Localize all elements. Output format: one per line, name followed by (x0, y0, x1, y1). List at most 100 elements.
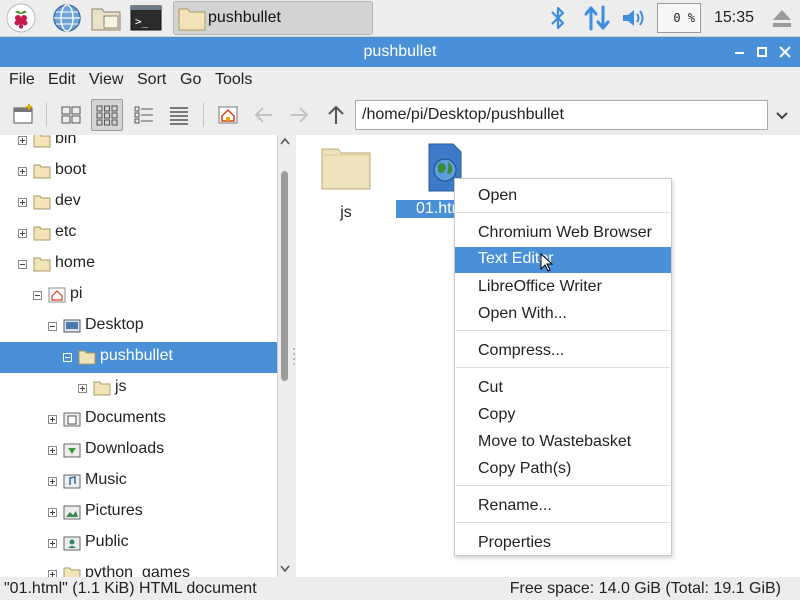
close-button[interactable] (775, 42, 795, 62)
menu-separator (456, 485, 670, 486)
menu-copy-paths[interactable]: Copy Path(s) (455, 457, 671, 482)
menu-go[interactable]: Go (180, 71, 201, 89)
expand-icon[interactable] (18, 229, 27, 238)
directory-tree[interactable]: bin boot dev etc home pi Desktop pushbullet js Do… (0, 135, 278, 577)
compact-view-button[interactable] (128, 99, 160, 131)
file-manager-icon[interactable] (90, 3, 121, 33)
menu-open-with[interactable]: Open With... (455, 302, 671, 327)
expand-icon[interactable] (48, 508, 57, 517)
menu-libreoffice-writer[interactable]: LibreOffice Writer (455, 275, 671, 300)
menu-text-editor[interactable]: Text Editor (455, 247, 671, 273)
home-button[interactable] (212, 99, 244, 131)
expand-icon[interactable] (48, 539, 57, 548)
menu-file[interactable]: File (9, 71, 35, 89)
music-folder-icon (63, 474, 81, 489)
menu-copy[interactable]: Copy (455, 403, 671, 428)
icon-view-button[interactable] (55, 99, 87, 131)
up-button[interactable] (320, 99, 352, 131)
tree-item-label: Public (85, 533, 129, 550)
volume-icon[interactable] (620, 4, 648, 37)
taskbar: >_ pushbullet 0 % 15:35 (0, 0, 800, 37)
menu-rename[interactable]: Rename... (455, 494, 671, 519)
menu-tools[interactable]: Tools (215, 71, 252, 89)
menu-chromium[interactable]: Chromium Web Browser (455, 221, 671, 246)
back-button[interactable] (248, 99, 280, 131)
expand-icon[interactable] (78, 384, 87, 393)
tree-item-pictures[interactable]: Pictures (0, 497, 277, 528)
path-input[interactable] (355, 100, 768, 130)
tree-item-home[interactable]: home (0, 249, 277, 280)
forward-button[interactable] (283, 99, 315, 131)
bluetooth-icon[interactable] (549, 4, 567, 37)
window-titlebar[interactable]: pushbullet (0, 37, 800, 67)
collapse-icon[interactable] (18, 260, 27, 269)
cpu-monitor[interactable]: 0 % (657, 3, 701, 33)
menu-cut[interactable]: Cut (455, 376, 671, 401)
menu-separator (456, 212, 670, 213)
tree-item-js[interactable]: js (0, 373, 277, 404)
expand-icon[interactable] (48, 477, 57, 486)
status-selection-info: "01.html" (1.1 KiB) HTML document (4, 580, 257, 597)
tree-item-dev[interactable]: dev (0, 187, 277, 218)
network-icon[interactable] (584, 4, 610, 37)
minimize-icon (735, 52, 744, 54)
collapse-icon[interactable] (33, 291, 42, 300)
downloads-folder-icon (63, 443, 81, 458)
toolbar-separator (203, 103, 204, 127)
tree-item-label: dev (55, 192, 81, 209)
taskbar-window-button[interactable]: pushbullet (173, 1, 373, 35)
menu-properties[interactable]: Properties (455, 531, 671, 556)
tree-item-pushbullet[interactable]: pushbullet (0, 342, 277, 373)
expand-icon[interactable] (48, 446, 57, 455)
menu-separator (456, 367, 670, 368)
window-title: pushbullet (363, 43, 437, 60)
tree-item-bin[interactable]: bin (0, 135, 277, 156)
scrollbar-thumb[interactable] (281, 171, 288, 381)
status-bar: "01.html" (1.1 KiB) HTML document Free s… (0, 577, 800, 600)
raspberry-menu-icon[interactable] (6, 3, 36, 33)
expand-icon[interactable] (48, 415, 57, 424)
expand-icon[interactable] (18, 136, 27, 145)
terminal-icon[interactable]: >_ (130, 3, 162, 33)
tree-item-label: js (115, 378, 127, 395)
expand-icon[interactable] (48, 570, 57, 577)
maximize-button[interactable] (752, 42, 772, 62)
eject-icon[interactable] (770, 6, 794, 35)
menu-open[interactable]: Open (455, 184, 671, 209)
menu-compress[interactable]: Compress... (455, 339, 671, 364)
minimize-button[interactable] (730, 42, 750, 62)
tree-item-boot[interactable]: boot (0, 156, 277, 187)
path-history-dropdown[interactable] (771, 104, 793, 126)
tree-item-documents[interactable]: Documents (0, 404, 277, 435)
expand-icon[interactable] (18, 167, 27, 176)
menu-edit[interactable]: Edit (48, 71, 76, 89)
status-free-space: Free space: 14.0 GiB (Total: 19.1 GiB) (509, 580, 781, 597)
tree-item-python-games[interactable]: python_games (0, 559, 277, 577)
home-folder-icon (48, 287, 66, 303)
collapse-icon[interactable] (63, 353, 72, 362)
menu-sort[interactable]: Sort (137, 71, 166, 89)
thumbnail-view-button[interactable] (91, 99, 123, 131)
tree-item-music[interactable]: Music (0, 466, 277, 497)
menu-move-to-wastebasket[interactable]: Move to Wastebasket (455, 430, 671, 455)
clock[interactable]: 15:35 (714, 9, 754, 27)
web-browser-icon[interactable] (52, 3, 82, 33)
collapse-icon[interactable] (48, 322, 57, 331)
menu-view[interactable]: View (89, 71, 123, 89)
new-window-button[interactable] (7, 99, 39, 131)
tree-item-etc[interactable]: etc (0, 218, 277, 249)
list-view-button[interactable] (163, 99, 195, 131)
folder-folder-icon (33, 164, 51, 179)
tree-item-downloads[interactable]: Downloads (0, 435, 277, 466)
tree-scrollbar[interactable] (278, 135, 292, 577)
list-view-icon (170, 107, 188, 125)
file-item-js[interactable]: js (318, 145, 374, 222)
expand-icon[interactable] (18, 198, 27, 207)
scroll-up-icon (280, 137, 290, 145)
tree-item-desktop[interactable]: Desktop (0, 311, 277, 342)
tree-item-label: Downloads (85, 440, 165, 457)
thumbnail-view-icon (96, 105, 118, 126)
tree-item-pi[interactable]: pi (0, 280, 277, 311)
tree-item-public[interactable]: Public (0, 528, 277, 559)
icon-view-icon (61, 106, 81, 124)
